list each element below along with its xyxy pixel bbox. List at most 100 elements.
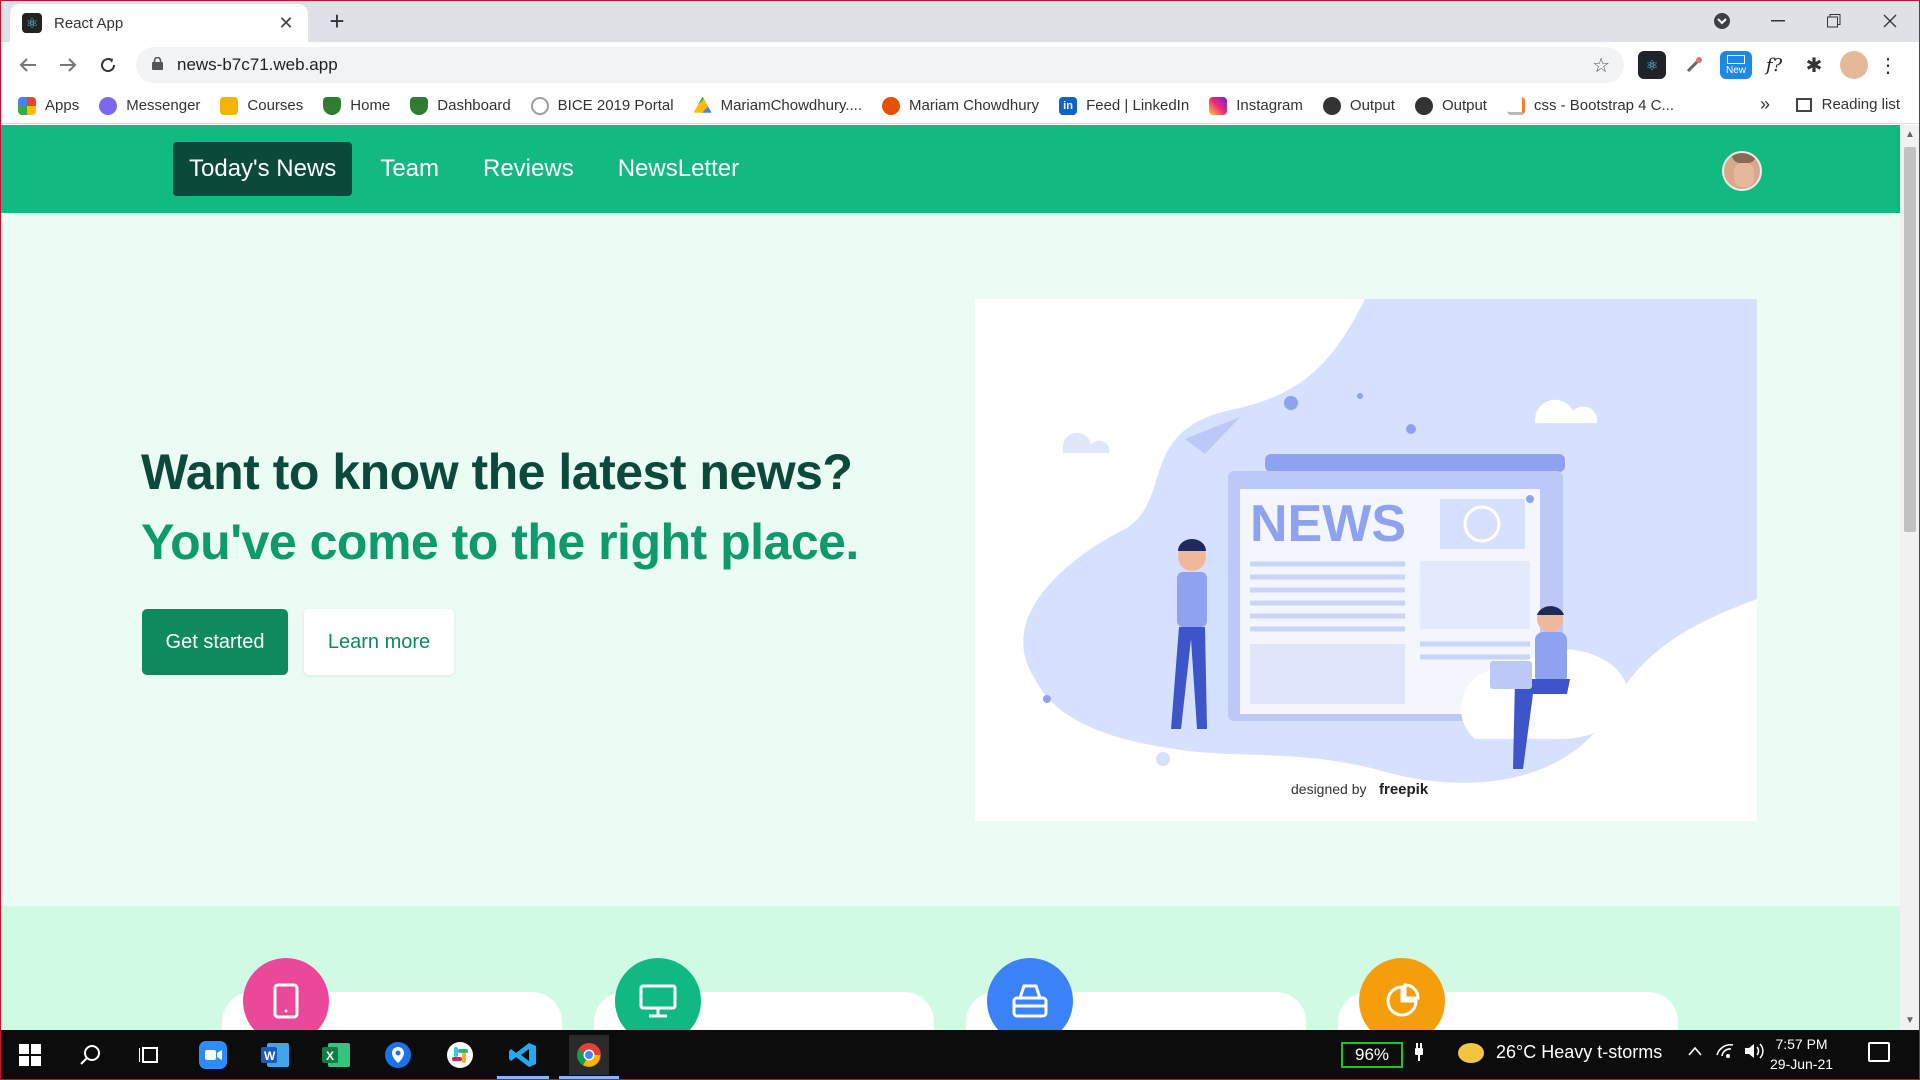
bookmark-stackoverflow[interactable]: css - Bootstrap 4 C... [1506, 96, 1675, 115]
reading-list-button[interactable]: Reading list [1795, 96, 1900, 113]
bookmark-dashboard[interactable]: Dashboard [410, 96, 511, 115]
learn-more-button[interactable]: Learn more [304, 609, 454, 675]
minimize-icon[interactable] [1750, 0, 1806, 42]
bookmark-output-2[interactable]: Output [1414, 96, 1487, 115]
notifications-icon[interactable] [1868, 1042, 1890, 1062]
lock-icon [152, 56, 163, 73]
zoom-app-icon[interactable] [197, 1039, 229, 1071]
volume-icon[interactable] [1744, 1043, 1764, 1064]
maps-app-icon[interactable] [382, 1039, 414, 1071]
get-started-button[interactable]: Get started [142, 609, 288, 675]
bookmark-linkedin[interactable]: in Feed | LinkedIn [1059, 96, 1189, 115]
system-clock[interactable]: 7:57 PM 29-Jun-21 [1770, 1034, 1833, 1074]
globe-icon [530, 96, 549, 115]
avatar-face [1734, 163, 1754, 187]
svg-text:W: W [264, 1049, 276, 1063]
bookmark-messenger[interactable]: Messenger [99, 96, 200, 115]
scroll-down-icon[interactable]: ▼ [1905, 1015, 1915, 1026]
tablet-icon [243, 958, 329, 1030]
new-tab-button[interactable]: + [322, 6, 352, 36]
weather-widget[interactable]: 26°C Heavy t-storms [1458, 1042, 1662, 1063]
bookmark-instagram[interactable]: Instagram [1209, 96, 1303, 115]
battery-indicator[interactable]: 96% [1341, 1042, 1403, 1068]
linkedin-icon: in [1059, 96, 1078, 115]
hero-subheading: You've come to the right place. [141, 514, 859, 570]
wifi-icon[interactable] [1716, 1043, 1734, 1064]
task-view-icon[interactable] [134, 1039, 166, 1071]
back-icon[interactable] [8, 45, 48, 85]
apps-grid-icon [18, 96, 36, 115]
instagram-icon [1209, 96, 1228, 115]
nav-reviews[interactable]: Reviews [467, 142, 590, 196]
profile-avatar-icon[interactable] [1840, 51, 1868, 79]
browser-tab[interactable]: ⚛ React App ✕ [10, 4, 308, 42]
color-picker-extension-icon[interactable] [1680, 51, 1708, 79]
clock-time: 7:57 PM [1775, 1036, 1828, 1052]
bookmark-label: css - Bootstrap 4 C... [1533, 97, 1675, 114]
storm-cloud-icon [1458, 1042, 1484, 1063]
page-viewport: Today's News Team Reviews NewsLetter Wan… [0, 125, 1900, 1030]
excel-app-icon[interactable]: X [320, 1039, 352, 1071]
chart-panel [1420, 561, 1530, 629]
bookmark-label: Courses [247, 97, 304, 114]
word-app-icon[interactable]: W [259, 1039, 291, 1071]
bookmark-label: BICE 2019 Portal [557, 97, 674, 114]
features-section [0, 906, 1900, 1030]
nav-team[interactable]: Team [364, 142, 455, 196]
search-icon[interactable] [74, 1039, 106, 1071]
new-badge-extension-icon[interactable]: New [1720, 51, 1752, 79]
vscode-app-icon[interactable] [507, 1039, 539, 1071]
bookmark-home[interactable]: Home [323, 96, 391, 115]
pie-chart-icon [1359, 958, 1445, 1030]
chrome-menu-icon[interactable]: ⋮ [1878, 51, 1898, 79]
chrome-app-icon[interactable] [569, 1035, 609, 1075]
tab-search-icon[interactable] [1694, 0, 1750, 42]
freepik-credit-prefix: designed by [1291, 781, 1367, 797]
bookmark-apps[interactable]: Apps [18, 96, 80, 115]
freepik-credit-brand: freepik [1379, 781, 1429, 798]
reading-list-label: Reading list [1821, 96, 1900, 113]
address-bar[interactable]: news-b7c71.web.app ☆ [136, 47, 1624, 83]
shield-icon [323, 96, 342, 115]
tab-title: React App [54, 14, 124, 32]
bookmark-label: Home [350, 97, 391, 114]
power-plug-icon[interactable] [1413, 1043, 1425, 1066]
formula-extension-icon[interactable]: f? [1760, 51, 1788, 79]
profile-icon [882, 96, 901, 115]
window-glyph-icon [1727, 54, 1745, 64]
user-avatar[interactable] [1722, 151, 1762, 191]
google-drive-icon [693, 96, 712, 113]
scrollbar-thumb[interactable] [1904, 147, 1916, 532]
react-devtools-extension-icon[interactable]: ⚛ [1638, 51, 1666, 79]
site-navbar: Today's News Team Reviews NewsLetter [0, 125, 1900, 213]
bookmark-label: Apps [45, 97, 80, 114]
more-bookmarks-chevron-icon[interactable]: » [1760, 94, 1770, 115]
scroll-up-icon[interactable]: ▲ [1905, 129, 1915, 140]
show-hidden-icons-chevron-icon[interactable] [1688, 1043, 1702, 1061]
bookmark-courses[interactable]: Courses [220, 96, 304, 115]
forward-icon[interactable] [48, 45, 88, 85]
bookmark-drive[interactable]: MariamChowdhury.... [693, 96, 862, 115]
restore-icon[interactable] [1806, 0, 1862, 42]
messenger-icon [99, 96, 118, 115]
bookmark-label: Output [1349, 97, 1395, 114]
reading-list-icon [1795, 97, 1812, 112]
globe-icon [1322, 96, 1341, 115]
extensions-puzzle-icon[interactable]: ✱ [1800, 51, 1828, 79]
slack-app-icon[interactable] [444, 1039, 476, 1071]
windows-start-icon[interactable] [14, 1039, 46, 1071]
bookmark-output-1[interactable]: Output [1322, 96, 1395, 115]
page-scrollbar[interactable]: ▲ ▼ [1900, 125, 1920, 1030]
nav-todays-news[interactable]: Today's News [173, 142, 353, 196]
bookmark-bice-portal[interactable]: BICE 2019 Portal [530, 96, 674, 115]
bookmark-star-icon[interactable]: ☆ [1592, 53, 1610, 78]
react-favicon-icon: ⚛ [22, 13, 42, 33]
bookmark-mariam[interactable]: Mariam Chowdhury [882, 96, 1039, 115]
vscode-active-indicator [497, 1076, 549, 1079]
reload-icon[interactable] [88, 45, 128, 85]
clock-date: 29-Jun-21 [1770, 1056, 1834, 1072]
chrome-active-indicator [559, 1076, 619, 1079]
close-window-icon[interactable] [1862, 0, 1918, 42]
tab-close-icon[interactable]: ✕ [276, 13, 296, 34]
nav-newsletter[interactable]: NewsLetter [602, 142, 755, 196]
